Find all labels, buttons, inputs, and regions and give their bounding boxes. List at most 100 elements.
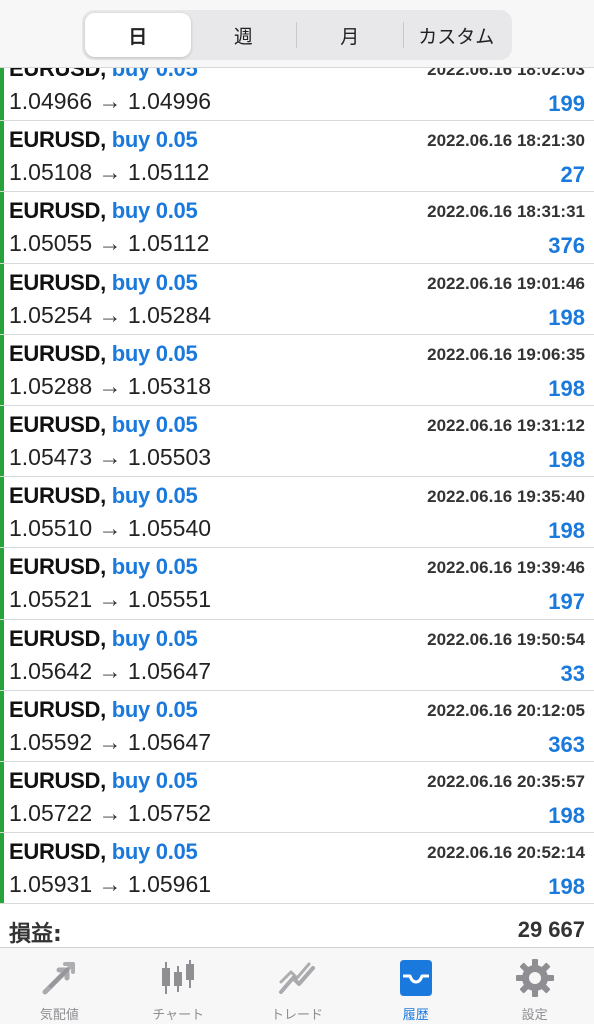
- trade-time: 2022.06.16 19:31:12: [427, 415, 585, 435]
- trade-row[interactable]: EURUSD, buy 0.05 2022.06.16 20:52:14 1.059…: [0, 833, 594, 905]
- settings-icon: [515, 959, 554, 997]
- trade-row[interactable]: EURUSD, buy 0.05 2022.06.16 19:39:46 1.055…: [0, 548, 594, 620]
- trade-symbol-name: EURUSD,: [9, 554, 106, 580]
- segment-week[interactable]: 週: [191, 13, 297, 57]
- trade-time: 2022.06.16 19:06:35: [427, 344, 585, 364]
- trade-symbol-name: EURUSD,: [9, 625, 106, 651]
- trade-history-list[interactable]: EURUSD, buy 0.05 2022.06.16 18:02:03 1.049…: [0, 51, 594, 907]
- tab-history[interactable]: 履歴: [356, 948, 475, 1024]
- trade-side-volume: buy 0.05: [111, 127, 198, 153]
- trade-symbol-name: EURUSD,: [9, 839, 106, 865]
- trade-symbol-name: EURUSD,: [9, 198, 106, 224]
- arrow-right-icon: →: [98, 159, 122, 186]
- trade-time: 2022.06.16 18:21:30: [427, 131, 585, 151]
- segment-day[interactable]: 日: [85, 13, 191, 57]
- chart-icon: [162, 960, 195, 994]
- trade-profit: 199: [548, 91, 585, 116]
- trade-side-volume: buy 0.05: [111, 839, 198, 865]
- trade-open-price: 1.04966: [9, 88, 93, 114]
- period-selector-bar: 日 週 月 カスタム: [0, 0, 594, 68]
- trade-time: 2022.06.16 19:39:46: [427, 558, 585, 578]
- trade-symbol-name: EURUSD,: [9, 696, 106, 722]
- trade-prices: 1.05254 → 1.05284: [9, 302, 211, 329]
- trade-row[interactable]: EURUSD, buy 0.05 2022.06.16 19:50:54 1.056…: [0, 619, 594, 691]
- trade-row[interactable]: EURUSD, buy 0.05 2022.06.16 20:35:57 1.057…: [0, 761, 594, 834]
- trade-profit: 376: [548, 233, 585, 259]
- trade-profit: 27: [560, 162, 585, 188]
- trade-close-price: 1.05647: [127, 728, 212, 755]
- trade-close-price: 1.04996: [127, 88, 212, 114]
- trade-profit: 363: [548, 731, 585, 757]
- trade-symbol-name: EURUSD,: [9, 340, 106, 366]
- trade-open-price: 1.05473: [9, 443, 93, 470]
- trade-time: 2022.06.16 19:50:54: [427, 629, 585, 649]
- trade-open-price: 1.05254: [9, 301, 93, 328]
- segment-custom[interactable]: カスタム: [404, 13, 510, 57]
- trade-open-price: 1.05722: [9, 799, 93, 826]
- tab-label: 気配値: [39, 1008, 79, 1023]
- tab-chart[interactable]: チャート: [119, 948, 238, 1024]
- trade-close-price: 1.05752: [127, 799, 212, 826]
- trade-close-price: 1.05318: [127, 372, 212, 399]
- trade-time: 2022.06.16 20:12:05: [427, 700, 585, 720]
- trade-row[interactable]: EURUSD, buy 0.05 2022.06.16 19:06:35 1.052…: [0, 334, 594, 406]
- trade-symbol-name: EURUSD,: [9, 767, 106, 793]
- tab-label: 履歴: [402, 1008, 429, 1023]
- trade-side-volume: buy 0.05: [111, 625, 198, 651]
- quotes-icon: [42, 962, 76, 995]
- trade-prices: 1.05592 → 1.05647: [9, 729, 211, 756]
- arrow-right-icon: →: [98, 443, 122, 470]
- trade-side-volume: buy 0.05: [111, 340, 198, 366]
- trade-time: 2022.06.16 18:31:31: [427, 202, 585, 222]
- trade-open-price: 1.05521: [9, 586, 93, 613]
- trade-symbol: EURUSD, buy 0.05: [9, 198, 198, 224]
- trade-symbol: EURUSD, buy 0.05: [9, 554, 198, 580]
- trade-open-price: 1.05288: [9, 372, 93, 399]
- trade-time: 2022.06.16 20:35:57: [427, 771, 585, 791]
- trade-row[interactable]: EURUSD, buy 0.05 2022.06.16 19:31:12 1.054…: [0, 405, 594, 478]
- trade-close-price: 1.05112: [127, 230, 210, 257]
- trade-profit: 198: [548, 518, 585, 544]
- trade-symbol-name: EURUSD,: [9, 269, 106, 295]
- trade-side-volume: buy 0.05: [111, 269, 198, 295]
- tab-label: チャート: [152, 1008, 205, 1023]
- trade-symbol: EURUSD, buy 0.05: [9, 127, 198, 153]
- arrow-right-icon: →: [98, 301, 122, 328]
- trade-row[interactable]: EURUSD, buy 0.05 2022.06.16 19:01:46 1.052…: [0, 263, 594, 335]
- tab-label: トレード: [270, 1008, 323, 1023]
- tab-settings[interactable]: 設定: [475, 948, 594, 1024]
- trade-profit: 198: [548, 375, 585, 401]
- history-icon: [399, 960, 432, 996]
- trade-prices: 1.05642 → 1.05647: [9, 658, 211, 685]
- trade-symbol: EURUSD, buy 0.05: [9, 839, 198, 865]
- trade-close-price: 1.05503: [127, 443, 212, 470]
- trade-prices: 1.05108 → 1.05112: [9, 159, 209, 186]
- trade-prices: 1.05722 → 1.05752: [9, 800, 211, 827]
- trade-prices: 1.05055 → 1.05112: [9, 230, 209, 257]
- trade-prices: 1.05473 → 1.05503: [9, 444, 211, 471]
- trade-row[interactable]: EURUSD, buy 0.05 2022.06.16 19:35:40 1.055…: [0, 477, 594, 549]
- trade-close-price: 1.05961: [127, 871, 212, 898]
- arrow-right-icon: →: [98, 88, 122, 114]
- trade-row[interactable]: EURUSD, buy 0.05 2022.06.16 20:12:05 1.055…: [0, 690, 594, 762]
- trade-side-volume: buy 0.05: [111, 696, 198, 722]
- trade-row[interactable]: EURUSD, buy 0.05 2022.06.16 18:21:30 1.051…: [0, 121, 594, 193]
- trade-time: 2022.06.16 20:52:14: [427, 843, 585, 863]
- trade-symbol: EURUSD, buy 0.05: [9, 696, 198, 723]
- trade-prices: 1.05288 → 1.05318: [9, 373, 211, 400]
- tab-trade[interactable]: トレード: [238, 948, 357, 1024]
- trade-close-price: 1.05551: [127, 586, 212, 613]
- segment-month[interactable]: 月: [297, 13, 403, 57]
- tab-label: 設定: [521, 1008, 548, 1023]
- profit-summary: 損益: 29 667: [0, 907, 594, 947]
- trade-open-price: 1.05055: [9, 230, 93, 257]
- bottom-tab-bar: 気配値 チャート トレード 履歴 設定: [0, 947, 594, 1024]
- trade-side-volume: buy 0.05: [111, 483, 198, 509]
- trade-open-price: 1.05642: [9, 657, 93, 684]
- trade-close-price: 1.05284: [127, 301, 212, 328]
- trade-row[interactable]: EURUSD, buy 0.05 2022.06.16 18:31:31 1.050…: [0, 192, 594, 264]
- tab-quotes[interactable]: 気配値: [0, 948, 119, 1024]
- arrow-right-icon: →: [98, 230, 122, 257]
- trade-symbol-name: EURUSD,: [9, 483, 106, 509]
- trade-profit: 198: [548, 874, 585, 900]
